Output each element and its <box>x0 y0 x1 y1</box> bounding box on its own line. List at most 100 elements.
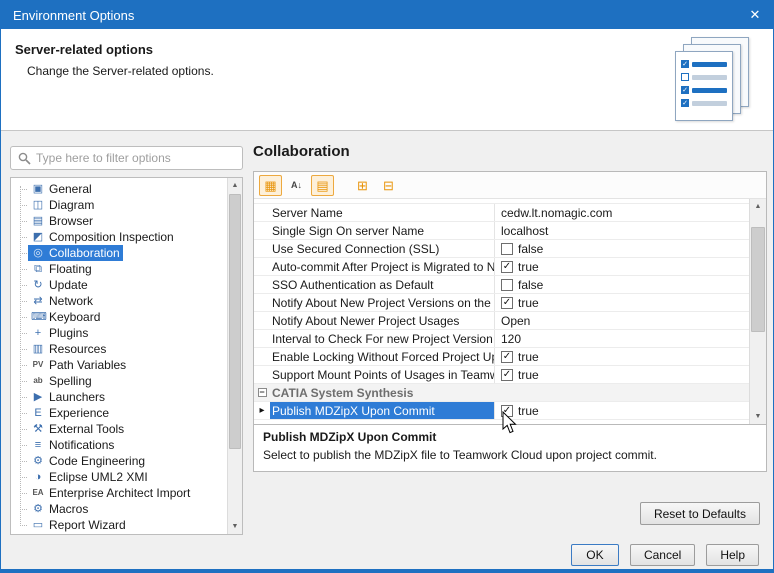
property-value[interactable]: 120 <box>494 330 749 347</box>
checkbox-checked-icon[interactable]: ✓ <box>501 369 513 381</box>
path-variables-icon: PV <box>31 361 45 369</box>
filter-input[interactable] <box>36 151 235 165</box>
property-row-auto-commit-after-project-is-migrated-to-ne[interactable]: Auto-commit After Project is Migrated to… <box>254 258 749 276</box>
tree-item-label: Diagram <box>49 198 94 212</box>
checkbox-checked-icon[interactable]: ✓ <box>501 405 513 417</box>
property-row-single-sign-on-server-name[interactable]: Single Sign On server Namelocalhost <box>254 222 749 240</box>
property-value[interactable]: cedw.lt.nomagic.com <box>494 204 749 221</box>
collapse-all-button[interactable]: ⊟ <box>377 175 400 196</box>
floating-icon: ⧉ <box>31 264 45 275</box>
tree-item-code-engineering[interactable]: ⚙Code Engineering <box>11 453 227 469</box>
categorized-view-button[interactable]: ▦ <box>259 175 282 196</box>
property-value[interactable]: ✓true <box>494 366 749 383</box>
property-value-text: cedw.lt.nomagic.com <box>501 206 612 220</box>
tree-scrollbar-thumb[interactable] <box>229 194 241 449</box>
scroll-up-icon[interactable] <box>228 178 242 193</box>
row-margin <box>254 258 270 275</box>
tree-item-launchers[interactable]: ▶Launchers <box>11 389 227 405</box>
property-grid: Server Namecedw.lt.nomagic.comSingle Sig… <box>254 199 749 424</box>
scroll-down-icon[interactable] <box>228 519 242 534</box>
tree-item-composition-inspection[interactable]: ◩Composition Inspection <box>11 229 227 245</box>
tree-item-spelling[interactable]: ab Spelling <box>11 373 227 389</box>
document-stack-graphic: ✓ ✓ ✓ <box>673 37 763 127</box>
tree-item-external-tools[interactable]: ⚒External Tools <box>11 421 227 437</box>
show-description-icon: ▤ <box>316 179 328 192</box>
tree-item-label: Spelling <box>49 374 92 388</box>
property-value[interactable]: ✓ true <box>494 348 749 365</box>
row-margin <box>254 366 270 383</box>
row-margin <box>254 276 270 293</box>
tree-item-resources[interactable]: ▥Resources <box>11 341 227 357</box>
property-row-sso-authentication-as-default[interactable]: SSO Authentication as Defaultfalse <box>254 276 749 294</box>
window-title: Environment Options <box>13 8 134 23</box>
property-row-use-secured-connection-ssl[interactable]: Use Secured Connection (SSL)false <box>254 240 749 258</box>
property-row-enable-locking-without-forced-project-update[interactable]: Enable Locking Without Forced Project Up… <box>254 348 749 366</box>
collapse-group-icon[interactable]: − <box>258 388 267 397</box>
reset-to-defaults-button[interactable]: Reset to Defaults <box>640 502 760 525</box>
tree-scrollbar[interactable] <box>227 178 242 534</box>
tree-item-report-wizard[interactable]: ▭Report Wizard <box>11 517 227 533</box>
property-value-text: false <box>518 278 543 292</box>
row-margin <box>254 222 270 239</box>
tree-item-general[interactable]: ▣ General <box>11 181 227 197</box>
tree-item-path-variables[interactable]: PV Path Variables <box>11 357 227 373</box>
general-icon: ▣ <box>31 184 45 195</box>
expand-all-button[interactable]: ⊞ <box>351 175 374 196</box>
tree-item-label: Resources <box>49 342 106 356</box>
checkbox-unchecked-icon[interactable] <box>501 279 513 291</box>
checkbox-unchecked-icon[interactable] <box>501 243 513 255</box>
property-row-notify-about-newer-project-usages[interactable]: Notify About Newer Project UsagesOpen <box>254 312 749 330</box>
property-value[interactable]: ✓true <box>494 294 749 311</box>
tree-item-update[interactable]: ↻ Update <box>11 277 227 293</box>
property-value[interactable]: localhost <box>494 222 749 239</box>
property-value[interactable]: Open <box>494 312 749 329</box>
tree-item-network[interactable]: ⇄Network <box>11 293 227 309</box>
grid-scrollbar[interactable] <box>749 199 766 424</box>
update-icon: ↻ <box>31 280 45 291</box>
tree-item-enterprise-architect-import[interactable]: EAEnterprise Architect Import <box>11 485 227 501</box>
property-row-notify-about-new-project-versions-on-the-s[interactable]: Notify About New Project Versions on the… <box>254 294 749 312</box>
group-row-catia-system-synthesis[interactable]: −CATIA System Synthesis <box>254 384 749 402</box>
tree-item-plugins[interactable]: +Plugins <box>11 325 227 341</box>
sort-alphabetically-button[interactable]: A↓ <box>285 175 308 196</box>
expand-all-icon: ⊞ <box>357 179 368 192</box>
close-button[interactable]: ✕ <box>737 1 773 29</box>
property-name: Support Mount Points of Usages in Teamwo… <box>270 366 494 383</box>
property-row-interval-to-check-for-new-project-version-i[interactable]: Interval to Check For new Project Versio… <box>254 330 749 348</box>
property-value[interactable]: false <box>494 276 749 293</box>
tree-item-notifications[interactable]: ≡Notifications <box>11 437 227 453</box>
scroll-down-icon[interactable] <box>750 409 766 424</box>
tree-item-macros[interactable]: ⚙Macros <box>11 501 227 517</box>
cancel-button[interactable]: Cancel <box>630 544 695 566</box>
tree-item-diagram[interactable]: ◫Diagram <box>11 197 227 213</box>
page-subtitle: Change the Server-related options. <box>27 64 214 78</box>
property-value[interactable]: ✓true <box>494 402 749 419</box>
tree-item-collaboration[interactable]: ◎Collaboration <box>11 245 227 261</box>
tree-item-experience[interactable]: EExperience <box>11 405 227 421</box>
tree-item-label: Macros <box>49 502 88 516</box>
report-wizard-icon: ▭ <box>31 520 45 531</box>
checkbox-checked-icon[interactable]: ✓ <box>501 297 513 309</box>
tree-item-label: Update <box>49 278 88 292</box>
scroll-up-icon[interactable] <box>750 199 766 214</box>
tree-item-label: Path Variables <box>49 358 126 372</box>
tree-item-label: General <box>49 182 92 196</box>
grid-scrollbar-thumb[interactable] <box>751 227 765 332</box>
filter-box <box>10 146 243 170</box>
property-row-server-name[interactable]: Server Namecedw.lt.nomagic.com <box>254 204 749 222</box>
tree-item-browser[interactable]: ▤Browser <box>11 213 227 229</box>
property-value-text: true <box>518 350 539 364</box>
checkbox-checked-icon[interactable]: ✓ <box>501 351 513 363</box>
property-value[interactable]: ✓true <box>494 258 749 275</box>
tree-item-eclipse-uml2-xmi[interactable]: ◑Eclipse UML2 XMI <box>11 469 227 485</box>
show-description-button[interactable]: ▤ <box>311 175 334 196</box>
ok-button[interactable]: OK <box>571 544 619 566</box>
spelling-icon: ab <box>31 377 45 385</box>
tree-item-floating[interactable]: ⧉Floating <box>11 261 227 277</box>
help-button[interactable]: Help <box>706 544 759 566</box>
tree-item-keyboard[interactable]: ⌨Keyboard <box>11 309 227 325</box>
property-row-support-mount-points-of-usages-in-teamwor[interactable]: Support Mount Points of Usages in Teamwo… <box>254 366 749 384</box>
property-value[interactable]: false <box>494 240 749 257</box>
property-row-publish-mdzipx-upon-commit[interactable]: ▸Publish MDZipX Upon Commit✓true <box>254 402 749 420</box>
checkbox-checked-icon[interactable]: ✓ <box>501 261 513 273</box>
